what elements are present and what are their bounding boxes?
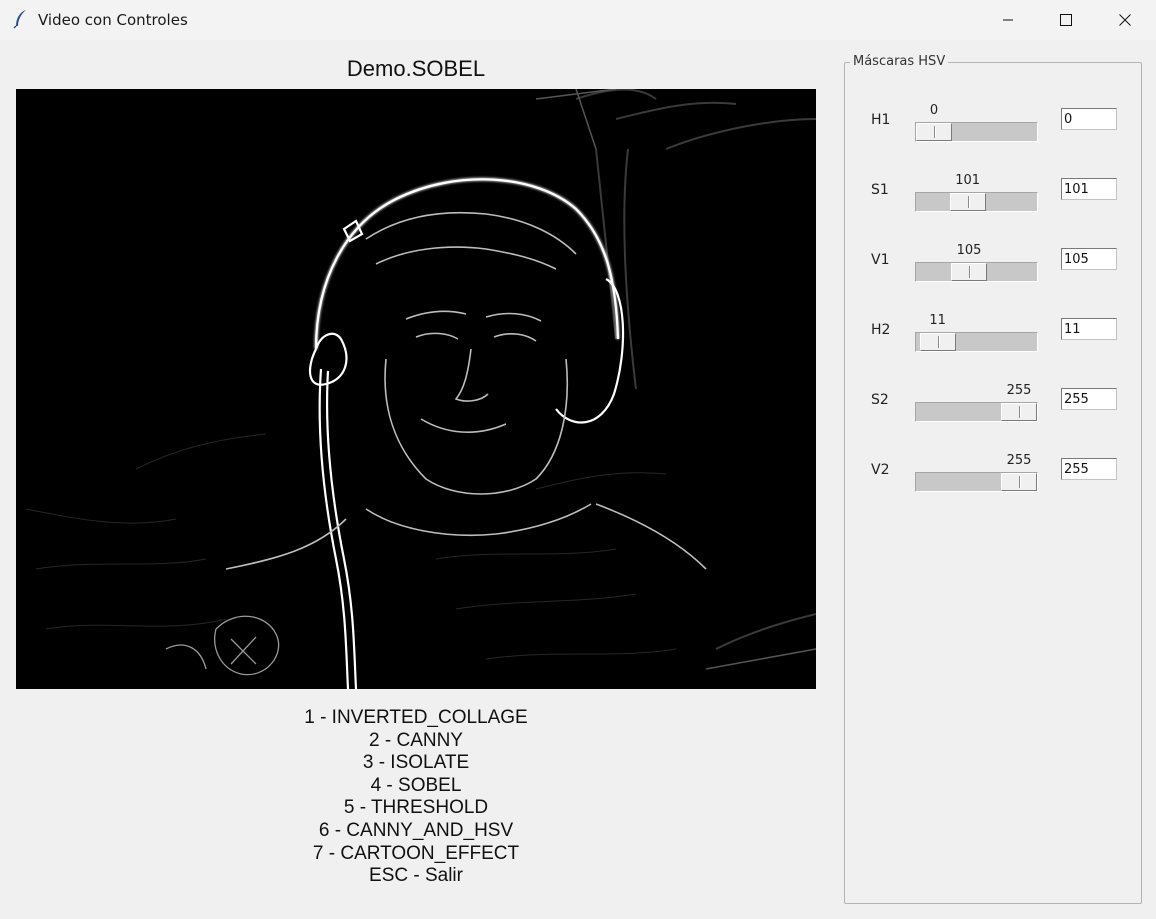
menu-item: 3 - ISOLATE (362, 752, 470, 774)
h1-slider-thumb[interactable] (916, 123, 952, 141)
v1-slider-value: 105 (956, 243, 982, 258)
video-frame (16, 89, 816, 689)
maximize-icon (1060, 14, 1072, 26)
menu-item: 2 - CANNY (369, 729, 463, 751)
s1-slider-value: 101 (955, 173, 981, 188)
menu-item: ESC - Salir (369, 865, 463, 887)
s2-label: S2 (871, 392, 889, 408)
h1-slider[interactable] (915, 122, 1038, 142)
title-bar[interactable]: Video con Controles (0, 0, 1156, 40)
v1-slider[interactable] (915, 262, 1038, 282)
close-icon (1119, 14, 1131, 26)
s2-entry[interactable]: 255 (1061, 388, 1117, 410)
h2-slider[interactable] (915, 332, 1038, 352)
h1-label: H1 (871, 112, 891, 128)
s1-entry[interactable]: 101 (1061, 178, 1117, 200)
feather-icon (13, 10, 26, 29)
h2-label: H2 (871, 322, 891, 338)
s1-slider[interactable] (915, 192, 1038, 212)
h2-slider-thumb[interactable] (919, 333, 956, 351)
v1-entry[interactable]: 105 (1061, 248, 1117, 270)
h2-slider-value: 11 (929, 313, 946, 328)
menu-item: 4 - SOBEL (370, 774, 462, 796)
maximize-button[interactable] (1037, 0, 1095, 40)
s2-slider[interactable] (915, 402, 1038, 422)
hsv-group-label: Máscaras HSV (850, 54, 949, 69)
v2-label: V2 (871, 462, 890, 478)
minimize-icon (1003, 19, 1013, 21)
v2-entry[interactable]: 255 (1061, 458, 1117, 480)
s1-slider-thumb[interactable] (949, 193, 986, 211)
demo-title: Demo.SOBEL (346, 56, 486, 81)
menu-item: 7 - CARTOON_EFFECT (312, 842, 520, 864)
v2-slider-thumb[interactable] (1001, 473, 1037, 491)
v1-label: V1 (871, 252, 890, 268)
close-button[interactable] (1096, 0, 1154, 40)
window-title: Video con Controles (38, 11, 188, 29)
mode-menu: 1 - INVERTED_COLLAGE 2 - CANNY 3 - ISOLA… (16, 707, 816, 888)
s2-slider-thumb[interactable] (1001, 403, 1037, 421)
menu-item: 1 - INVERTED_COLLAGE (304, 707, 528, 728)
h2-entry[interactable]: 11 (1061, 318, 1117, 340)
menu-item: 6 - CANNY_AND_HSV (318, 819, 514, 841)
sobel-video-image (16, 89, 816, 689)
h1-entry[interactable]: 0 (1061, 108, 1117, 130)
v1-slider-thumb[interactable] (951, 263, 987, 281)
s2-slider-value: 255 (1006, 383, 1032, 398)
v2-slider[interactable] (915, 472, 1038, 492)
s1-label: S1 (871, 182, 889, 198)
minimize-button[interactable] (979, 0, 1037, 40)
menu-item: 5 - THRESHOLD (343, 797, 489, 819)
v2-slider-value: 255 (1006, 453, 1032, 468)
h1-slider-value: 0 (929, 103, 939, 118)
